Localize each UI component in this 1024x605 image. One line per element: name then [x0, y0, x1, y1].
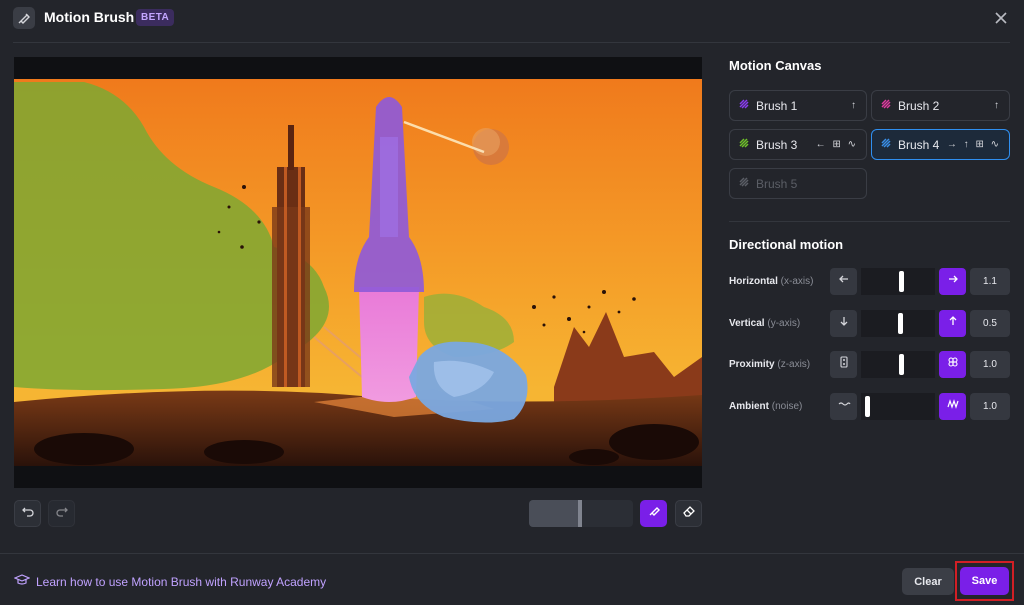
- motion-canvas-image[interactable]: [14, 57, 702, 488]
- brush-card-label: Brush 5: [756, 176, 798, 191]
- motion-axis-sub: (y-axis): [767, 318, 801, 329]
- brush-direction-indicators: ↑: [994, 100, 1001, 111]
- academy-link[interactable]: Learn how to use Motion Brush with Runwa…: [13, 573, 327, 590]
- motion-value-field[interactable]: 1.0: [970, 393, 1010, 420]
- undo-icon: [21, 504, 35, 523]
- motion-proximity-negative-button[interactable]: [830, 351, 857, 378]
- redo-button[interactable]: [48, 500, 75, 527]
- motion-value-field[interactable]: 0.5: [970, 310, 1010, 337]
- motion-proximity-positive-button[interactable]: [939, 351, 966, 378]
- motion-horizontal-negative-button[interactable]: [830, 268, 857, 295]
- motion-canvas-title: Motion Canvas: [729, 58, 822, 73]
- redo-icon: [55, 504, 69, 523]
- panel-divider: [729, 221, 1010, 222]
- zoom-in-icon: [946, 355, 960, 374]
- brush-icon: [880, 137, 892, 152]
- motion-brush-modal: Motion Brush BETA Motion Canvas Brush 1 …: [0, 0, 1024, 605]
- modal-title: Motion Brush: [44, 9, 135, 25]
- slider-thumb[interactable]: [865, 396, 870, 417]
- brush-card-label: Brush 3: [756, 137, 798, 152]
- brush-direction-indicators: ← ⊞ ∿: [815, 139, 858, 150]
- motion-value-field[interactable]: 1.1: [970, 268, 1010, 295]
- brush-direction-indicators: ↑: [851, 100, 858, 111]
- motion-horizontal-positive-button[interactable]: [939, 268, 966, 295]
- brush-card-label: Brush 2: [898, 98, 940, 113]
- motion-vertical-slider[interactable]: [861, 310, 935, 337]
- undo-button[interactable]: [14, 500, 41, 527]
- zoom-out-icon: [837, 355, 851, 374]
- footer-divider: [0, 553, 1024, 554]
- brush-card-4[interactable]: Brush 4 → ↑ ⊞ ∿: [871, 129, 1010, 160]
- beta-badge: BETA: [136, 9, 175, 26]
- motion-row-label: Vertical (y-axis): [729, 318, 800, 329]
- motion-value-field[interactable]: 1.0: [970, 351, 1010, 378]
- motion-axis-name: Horizontal: [729, 276, 778, 287]
- motion-ambient-negative-button[interactable]: [830, 393, 857, 420]
- eraser-tool-button[interactable]: [675, 500, 702, 527]
- brush-card-5[interactable]: Brush 5: [729, 168, 867, 199]
- wave-icon: [837, 397, 851, 416]
- brush-icon: [738, 98, 750, 113]
- brush-card-label: Brush 4: [898, 137, 940, 152]
- motion-ambient-slider[interactable]: [861, 393, 935, 420]
- motion-row-label: Horizontal (x-axis): [729, 276, 813, 287]
- save-button[interactable]: Save: [960, 567, 1009, 595]
- slider-thumb[interactable]: [898, 313, 903, 334]
- arrow-down-icon: [837, 314, 851, 333]
- brush-size-fill: [529, 500, 578, 527]
- motion-axis-sub: (noise): [771, 401, 803, 412]
- arrow-right-icon: [946, 272, 960, 291]
- motion-axis-sub: (z-axis): [777, 359, 811, 370]
- brush-card-3[interactable]: Brush 3 ← ⊞ ∿: [729, 129, 867, 160]
- eraser-icon: [682, 504, 696, 523]
- brush-size-handle[interactable]: [578, 500, 582, 527]
- motion-row-label: Ambient (noise): [729, 401, 802, 412]
- slider-thumb[interactable]: [899, 354, 904, 375]
- brush-direction-indicators: → ↑ ⊞ ∿: [946, 139, 1001, 150]
- brush-card-1[interactable]: Brush 1 ↑: [729, 90, 867, 121]
- arrow-up-icon: [946, 314, 960, 333]
- motion-proximity-slider[interactable]: [861, 351, 935, 378]
- motion-axis-name: Vertical: [729, 318, 765, 329]
- slider-thumb[interactable]: [899, 271, 904, 292]
- motion-row-label: Proximity (z-axis): [729, 359, 810, 370]
- modal-header: Motion Brush BETA: [0, 0, 1024, 42]
- brush-tool-button[interactable]: [640, 500, 667, 527]
- motion-brush-icon: [13, 7, 35, 29]
- brush-size-slider[interactable]: [529, 500, 633, 527]
- arrow-left-icon: [837, 272, 851, 291]
- brush-card-label: Brush 1: [756, 98, 798, 113]
- graduation-cap-icon: [13, 573, 31, 590]
- brush-card-2[interactable]: Brush 2 ↑: [871, 90, 1010, 121]
- motion-axis-sub: (x-axis): [780, 276, 814, 287]
- brush-icon: [880, 98, 892, 113]
- close-icon[interactable]: [992, 9, 1010, 27]
- motion-ambient-positive-button[interactable]: [939, 393, 966, 420]
- motion-axis-name: Ambient: [729, 401, 769, 412]
- motion-vertical-negative-button[interactable]: [830, 310, 857, 337]
- clear-button[interactable]: Clear: [902, 568, 954, 595]
- motion-horizontal-slider[interactable]: [861, 268, 935, 295]
- brush-icon: [738, 137, 750, 152]
- brush-icon: [647, 504, 661, 523]
- academy-link-text: Learn how to use Motion Brush with Runwa…: [36, 574, 327, 589]
- header-divider: [13, 42, 1010, 43]
- motion-vertical-positive-button[interactable]: [939, 310, 966, 337]
- noise-icon: [946, 397, 960, 416]
- motion-axis-name: Proximity: [729, 359, 775, 370]
- directional-motion-title: Directional motion: [729, 237, 844, 252]
- brush-icon: [738, 176, 750, 191]
